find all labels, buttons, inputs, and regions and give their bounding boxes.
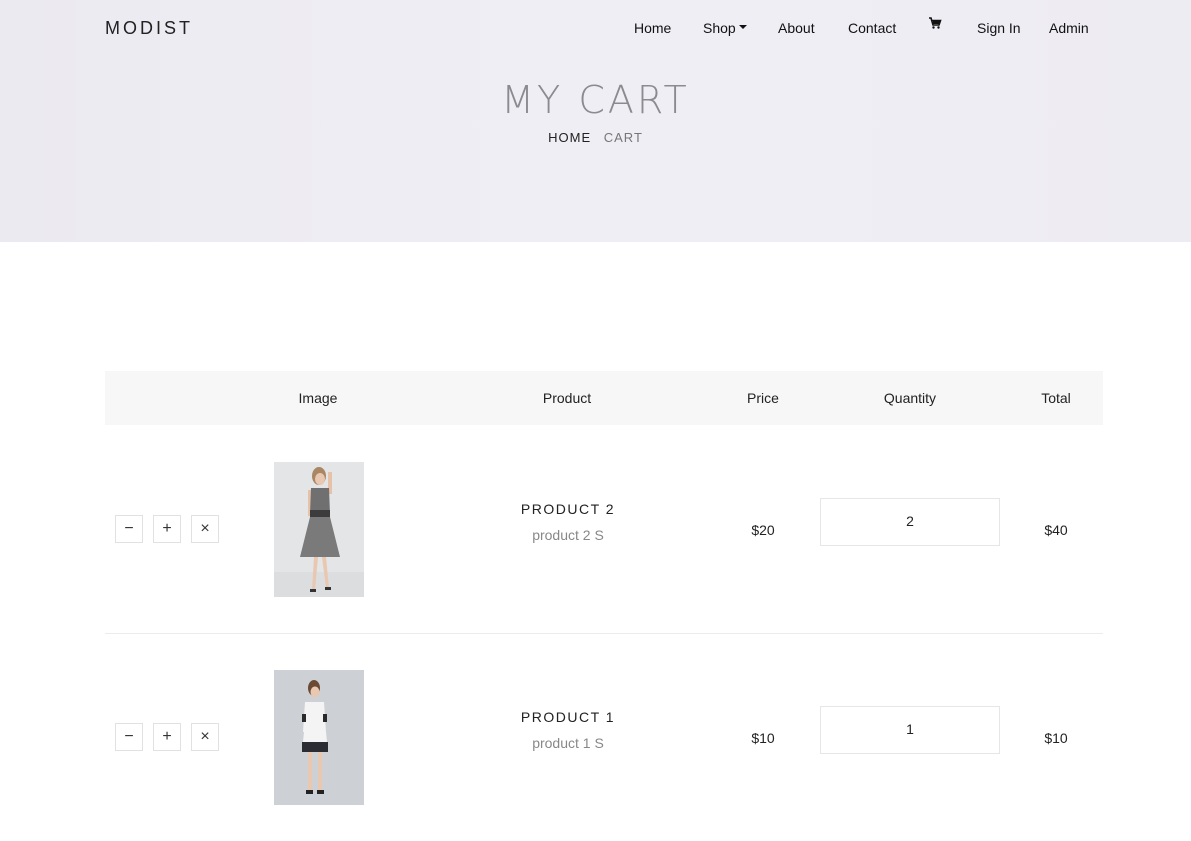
- product-variant: product 1 S: [532, 735, 604, 751]
- breadcrumb-current: CART: [603, 130, 643, 145]
- product-price: $10: [751, 730, 775, 746]
- cart-icon[interactable]: [928, 16, 942, 30]
- breadcrumb-home[interactable]: HOME: [548, 130, 591, 145]
- decrease-quantity-button[interactable]: −: [115, 723, 143, 751]
- remove-item-button[interactable]: ×: [191, 723, 219, 751]
- product-image[interactable]: [274, 670, 364, 805]
- product-variant: product 2 S: [532, 527, 604, 543]
- main-nav: Home Shop About Contact Sign In Admin: [0, 20, 1191, 40]
- product-name: PRODUCT 2: [520, 501, 616, 517]
- quantity-input[interactable]: [820, 498, 1000, 546]
- chevron-down-icon: [738, 25, 747, 30]
- product-total: $10: [1044, 730, 1068, 746]
- header-product: Product: [542, 390, 592, 406]
- quantity-input[interactable]: [820, 706, 1000, 754]
- nav-admin[interactable]: Admin: [1049, 20, 1089, 36]
- nav-contact[interactable]: Contact: [848, 20, 896, 36]
- nav-shop-label: Shop: [703, 20, 736, 36]
- table-row: − + × PRODUCT 2 product 2 S $20 $40: [105, 425, 1103, 633]
- nav-sign-in[interactable]: Sign In: [977, 20, 1021, 36]
- breadcrumb: HOME CART: [0, 130, 1191, 145]
- remove-item-button[interactable]: ×: [191, 515, 219, 543]
- product-name: PRODUCT 1: [520, 709, 616, 725]
- product-price: $20: [751, 522, 775, 538]
- cart-table-header: Image Product Price Quantity Total: [105, 371, 1103, 425]
- increase-quantity-button[interactable]: +: [153, 515, 181, 543]
- product-total: $40: [1044, 522, 1068, 538]
- header-image: Image: [298, 390, 338, 406]
- header-price: Price: [747, 390, 779, 406]
- hero-banner: MODIST Home Shop About Contact Sign In A…: [0, 0, 1191, 242]
- nav-shop[interactable]: Shop: [703, 20, 747, 36]
- nav-home[interactable]: Home: [634, 20, 671, 36]
- page-title: MY CART: [501, 78, 690, 122]
- nav-about[interactable]: About: [778, 20, 815, 36]
- product-image[interactable]: [274, 462, 364, 597]
- table-row: − + × PRODUCT 1 product 1 S $10 $10: [105, 633, 1103, 841]
- header-quantity: Quantity: [883, 390, 937, 406]
- increase-quantity-button[interactable]: +: [153, 723, 181, 751]
- decrease-quantity-button[interactable]: −: [115, 515, 143, 543]
- header-total: Total: [1041, 390, 1071, 406]
